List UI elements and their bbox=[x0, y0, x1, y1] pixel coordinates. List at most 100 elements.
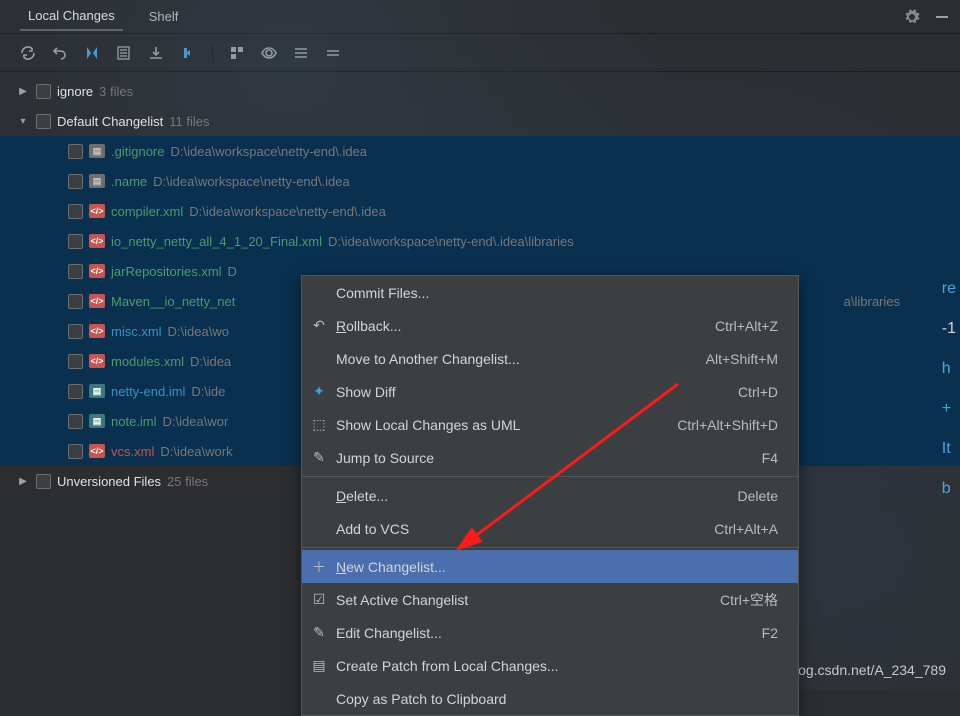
file-name: jarRepositories.xml bbox=[111, 264, 222, 279]
file-icon: </> bbox=[89, 354, 105, 368]
group-label: Default Changelist bbox=[57, 114, 163, 129]
rollback-icon: ↶ bbox=[310, 317, 328, 334]
chevron-right-icon[interactable]: ▶ bbox=[16, 86, 30, 97]
minimize-icon[interactable] bbox=[934, 9, 950, 25]
file-icon: ▤ bbox=[89, 384, 105, 398]
refresh-icon[interactable] bbox=[20, 45, 36, 61]
file-path: D:\idea\wor bbox=[163, 414, 229, 429]
file-path: D:\idea bbox=[190, 354, 231, 369]
diff-icon: ✦ bbox=[310, 383, 328, 400]
menu-create-patch[interactable]: ▤Create Patch from Local Changes... bbox=[302, 649, 798, 682]
file-name: vcs.xml bbox=[111, 444, 154, 459]
tab-local-changes[interactable]: Local Changes bbox=[20, 2, 123, 31]
file-path: D:\idea\workspace\netty-end\.idea bbox=[153, 174, 350, 189]
file-path: D:\idea\workspace\netty-end\.idea bbox=[170, 144, 367, 159]
file-icon: ▤ bbox=[89, 414, 105, 428]
file-path: D:\idea\workspace\netty-end\.idea\librar… bbox=[328, 234, 574, 249]
checkbox[interactable] bbox=[68, 174, 83, 189]
shelve-icon[interactable] bbox=[148, 45, 164, 61]
file-row[interactable]: </> compiler.xml D:\idea\workspace\netty… bbox=[0, 196, 960, 226]
group-ignore[interactable]: ▶ ignore 3 files bbox=[0, 76, 960, 106]
file-name: Maven__io_netty_net bbox=[111, 294, 235, 309]
checkbox[interactable] bbox=[36, 84, 51, 99]
unshelve-icon[interactable] bbox=[180, 45, 196, 61]
file-icon: </> bbox=[89, 294, 105, 308]
file-name: compiler.xml bbox=[111, 204, 183, 219]
uml-icon: ⬚ bbox=[310, 416, 328, 433]
menu-copy-patch[interactable]: Copy as Patch to Clipboard bbox=[302, 682, 798, 715]
file-name: note.iml bbox=[111, 414, 157, 429]
file-path: D:\idea\workspace\netty-end\.idea bbox=[189, 204, 386, 219]
gear-icon[interactable] bbox=[904, 9, 920, 25]
file-name: netty-end.iml bbox=[111, 384, 185, 399]
menu-add-vcs[interactable]: Add to VCSCtrl+Alt+A bbox=[302, 512, 798, 545]
diff-icon[interactable] bbox=[84, 45, 100, 61]
file-icon: </> bbox=[89, 444, 105, 458]
chevron-right-icon[interactable]: ▶ bbox=[16, 476, 30, 487]
checkbox[interactable] bbox=[68, 264, 83, 279]
file-count: 3 files bbox=[99, 84, 133, 99]
file-count: 25 files bbox=[167, 474, 208, 489]
file-path: a\libraries bbox=[844, 294, 900, 309]
file-name: io_netty_netty_all_4_1_20_Final.xml bbox=[111, 234, 322, 249]
right-strip: re -1 h + It b bbox=[942, 280, 960, 498]
file-name: .name bbox=[111, 174, 147, 189]
checkbox[interactable] bbox=[68, 234, 83, 249]
menu-edit-changelist[interactable]: ✎Edit Changelist...F2 bbox=[302, 616, 798, 649]
file-row[interactable]: ▤ .gitignore D:\idea\workspace\netty-end… bbox=[0, 136, 960, 166]
checkbox[interactable] bbox=[68, 324, 83, 339]
checkbox[interactable] bbox=[68, 144, 83, 159]
file-icon: </> bbox=[89, 234, 105, 248]
file-count: 11 files bbox=[169, 114, 209, 129]
header: Local Changes Shelf bbox=[0, 0, 960, 34]
checkbox[interactable] bbox=[68, 294, 83, 309]
toolbar bbox=[0, 34, 960, 72]
file-path: D:\idea\wo bbox=[168, 324, 229, 339]
rollback-icon[interactable] bbox=[52, 45, 68, 61]
checkbox[interactable] bbox=[68, 354, 83, 369]
file-icon: ▤ bbox=[89, 144, 105, 158]
changelist-icon[interactable] bbox=[116, 45, 132, 61]
context-menu: Commit Files... ↶Rollback...Ctrl+Alt+Z M… bbox=[301, 275, 799, 716]
patch-icon: ▤ bbox=[310, 657, 328, 674]
file-path: D:\ide bbox=[191, 384, 225, 399]
group-icon[interactable] bbox=[229, 45, 245, 61]
menu-commit[interactable]: Commit Files... bbox=[302, 276, 798, 309]
chevron-down-icon[interactable]: ▾ bbox=[16, 116, 30, 127]
file-icon: ▤ bbox=[89, 174, 105, 188]
file-path: D bbox=[228, 264, 237, 279]
menu-show-uml[interactable]: ⬚Show Local Changes as UMLCtrl+Alt+Shift… bbox=[302, 408, 798, 441]
menu-delete[interactable]: Delete...Delete bbox=[302, 479, 798, 512]
file-name: .gitignore bbox=[111, 144, 164, 159]
menu-new-changelist[interactable]: ＋New Changelist... bbox=[302, 550, 798, 583]
menu-jump-source[interactable]: ✎Jump to SourceF4 bbox=[302, 441, 798, 474]
checkbox[interactable] bbox=[68, 204, 83, 219]
menu-set-active[interactable]: ☑Set Active ChangelistCtrl+空格 bbox=[302, 583, 798, 616]
checkbox[interactable] bbox=[68, 444, 83, 459]
pencil-icon: ✎ bbox=[310, 449, 328, 466]
checkbox[interactable] bbox=[68, 384, 83, 399]
collapse-icon[interactable] bbox=[325, 45, 341, 61]
checkbox[interactable] bbox=[36, 114, 51, 129]
group-label: ignore bbox=[57, 84, 93, 99]
check-icon: ☑ bbox=[310, 591, 328, 608]
group-label: Unversioned Files bbox=[57, 474, 161, 489]
file-icon: </> bbox=[89, 264, 105, 278]
preview-icon[interactable] bbox=[261, 45, 277, 61]
checkbox[interactable] bbox=[68, 414, 83, 429]
plus-icon: ＋ bbox=[310, 557, 328, 577]
menu-rollback[interactable]: ↶Rollback...Ctrl+Alt+Z bbox=[302, 309, 798, 342]
group-default-changelist[interactable]: ▾ Default Changelist 11 files bbox=[0, 106, 960, 136]
menu-show-diff[interactable]: ✦Show DiffCtrl+D bbox=[302, 375, 798, 408]
file-row[interactable]: </> io_netty_netty_all_4_1_20_Final.xml … bbox=[0, 226, 960, 256]
pencil-icon: ✎ bbox=[310, 624, 328, 641]
file-row[interactable]: ▤ .name D:\idea\workspace\netty-end\.ide… bbox=[0, 166, 960, 196]
file-path: D:\idea\work bbox=[160, 444, 232, 459]
menu-move[interactable]: Move to Another Changelist...Alt+Shift+M bbox=[302, 342, 798, 375]
file-icon: </> bbox=[89, 204, 105, 218]
expand-icon[interactable] bbox=[293, 45, 309, 61]
checkbox[interactable] bbox=[36, 474, 51, 489]
file-name: misc.xml bbox=[111, 324, 162, 339]
file-icon: </> bbox=[89, 324, 105, 338]
tab-shelf[interactable]: Shelf bbox=[141, 3, 187, 30]
